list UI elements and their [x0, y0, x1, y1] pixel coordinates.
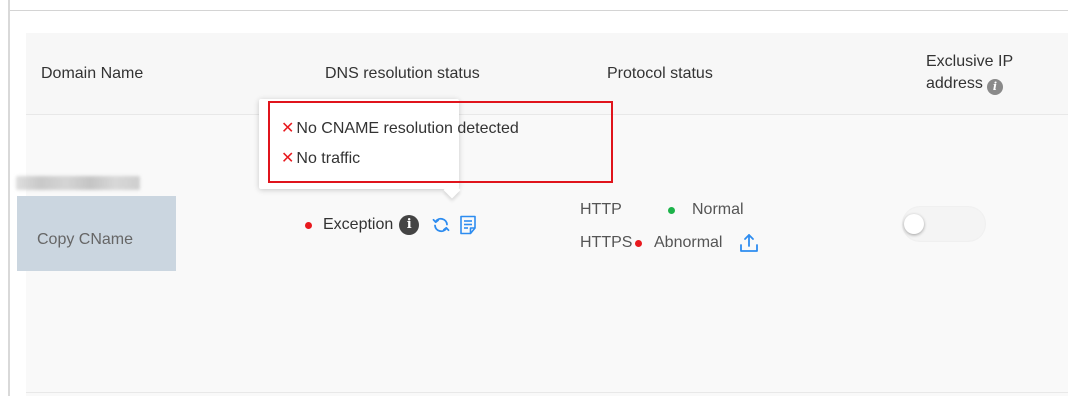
status-dot-red	[635, 239, 642, 247]
protocol-status-text: Abnormal	[654, 234, 723, 251]
header-dns-status: DNS resolution status	[325, 65, 480, 82]
protocol-status-text: Normal	[692, 201, 744, 218]
toggle-knob	[904, 214, 924, 234]
exclusive-ip-toggle[interactable]	[902, 206, 986, 242]
header-exclusive-ip: Exclusive IP address i	[926, 51, 1056, 95]
error-x-icon: ✕	[281, 120, 295, 137]
status-dot-red	[305, 221, 312, 229]
protocol-row-http: HTTP Normal	[580, 198, 744, 222]
protocol-row-https: HTTPS Abnormal	[580, 231, 760, 255]
protocol-name: HTTPS	[580, 234, 633, 251]
info-icon[interactable]: i	[399, 215, 420, 235]
dns-status-cell: Exception i	[305, 210, 477, 240]
tooltip-issue-text: No CNAME resolution detected	[296, 120, 519, 137]
tooltip-issue-cname: ✕ No CNAME resolution detected	[281, 118, 519, 140]
upload-icon[interactable]	[738, 232, 760, 254]
left-border	[8, 0, 10, 396]
tooltip-highlight-box: ✕ No CNAME resolution detected ✕ No traffi…	[268, 101, 613, 183]
top-divider	[10, 10, 1068, 11]
dns-status-text: Exception	[323, 216, 394, 233]
error-x-icon: ✕	[281, 150, 295, 167]
row-divider	[26, 392, 1068, 393]
tooltip-issue-text: No traffic	[296, 150, 361, 167]
status-dot-green	[668, 206, 675, 214]
refresh-icon[interactable]	[431, 215, 451, 235]
document-icon[interactable]	[459, 215, 477, 235]
protocol-name: HTTP	[580, 201, 622, 218]
copy-cname-button[interactable]: Copy CName	[17, 196, 176, 271]
header-protocol-status: Protocol status	[607, 65, 713, 82]
domain-name-redacted	[16, 176, 140, 190]
info-icon[interactable]: i	[986, 79, 1003, 95]
tooltip-issue-traffic: ✕ No traffic	[281, 148, 360, 170]
header-domain-name: Domain Name	[41, 65, 144, 82]
